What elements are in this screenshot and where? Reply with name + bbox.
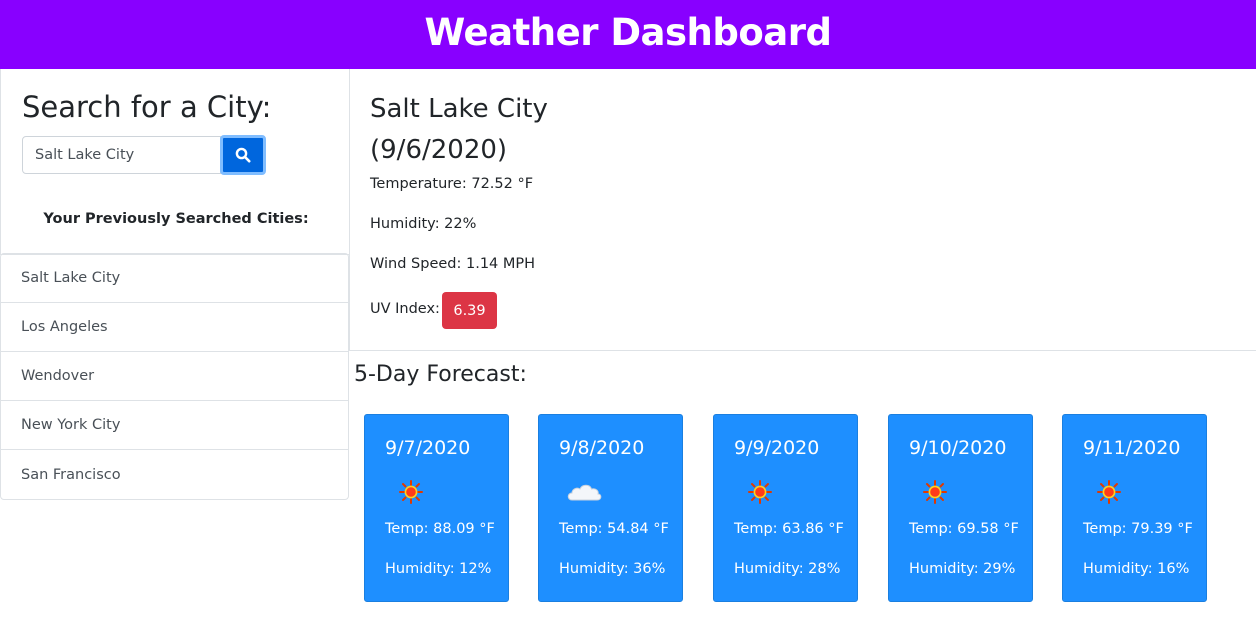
history-item-new-york-city[interactable]: New York City: [1, 401, 348, 450]
current-wind-speed: Wind Speed: 1.14 MPH: [370, 256, 536, 272]
uv-index-label: UV Index:: [370, 301, 440, 317]
sun-icon: [748, 480, 772, 504]
forecast-humidity: Humidity: 28%: [734, 561, 841, 577]
cloud-icon: [567, 484, 602, 501]
sun-icon: [923, 480, 947, 504]
forecast-date: 9/9/2020: [734, 437, 820, 459]
uv-index-badge: 6.39: [442, 292, 497, 329]
forecast-temp: Temp: 79.39 °F: [1083, 521, 1193, 537]
history-item-los-angeles[interactable]: Los Angeles: [1, 303, 348, 352]
previous-searches-label: Your Previously Searched Cities:: [43, 211, 309, 227]
forecast-card-day-5: 9/11/2020 Temp: 79.39 °F Humidity: 16%: [1062, 414, 1207, 602]
current-date: (9/6/2020): [370, 135, 508, 165]
history-item-san-francisco[interactable]: San Francisco: [1, 450, 348, 499]
current-humidity: Humidity: 22%: [370, 216, 477, 232]
forecast-humidity: Humidity: 12%: [385, 561, 492, 577]
forecast-temp: Temp: 88.09 °F: [385, 521, 495, 537]
current-weather-panel: Salt Lake City (9/6/2020) Temperature: 7…: [349, 69, 1256, 351]
search-button[interactable]: [220, 135, 266, 175]
history-item-wendover[interactable]: Wendover: [1, 352, 348, 401]
sun-icon: [399, 480, 423, 504]
forecast-card-day-2: 9/8/2020 Temp: 54.84 °F Humidity: 36%: [538, 414, 683, 602]
forecast-humidity: Humidity: 16%: [1083, 561, 1190, 577]
forecast-date: 9/8/2020: [559, 437, 645, 459]
forecast-temp: Temp: 63.86 °F: [734, 521, 844, 537]
forecast-title: 5-Day Forecast:: [354, 362, 527, 387]
search-title: Search for a City:: [22, 90, 272, 124]
forecast-card-day-4: 9/10/2020 Temp: 69.58 °F Humidity: 29%: [888, 414, 1033, 602]
forecast-temp: Temp: 54.84 °F: [559, 521, 669, 537]
current-temperature: Temperature: 72.52 °F: [370, 176, 534, 192]
city-search-input[interactable]: [22, 136, 221, 174]
history-item-salt-lake-city[interactable]: Salt Lake City: [1, 254, 348, 303]
page-title: Weather Dashboard: [424, 11, 832, 54]
forecast-date: 9/11/2020: [1083, 437, 1181, 459]
forecast-humidity: Humidity: 36%: [559, 561, 666, 577]
search-icon: [235, 147, 251, 163]
search-history-list: Salt Lake City Los Angeles Wendover New …: [0, 253, 349, 500]
current-city-heading: Salt Lake City (9/6/2020): [370, 89, 548, 171]
search-panel: Search for a City: Your Previously Searc…: [0, 69, 350, 255]
forecast-humidity: Humidity: 29%: [909, 561, 1016, 577]
current-city-name: Salt Lake City: [370, 94, 548, 124]
forecast-card-day-3: 9/9/2020 Temp: 63.86 °F Humidity: 28%: [713, 414, 858, 602]
forecast-card-day-1: 9/7/2020 Temp: 88.09 °F Humidity: 12%: [364, 414, 509, 602]
forecast-temp: Temp: 69.58 °F: [909, 521, 1019, 537]
sun-icon: [1097, 480, 1121, 504]
app-header: Weather Dashboard: [0, 0, 1256, 69]
forecast-date: 9/7/2020: [385, 437, 471, 459]
forecast-date: 9/10/2020: [909, 437, 1007, 459]
